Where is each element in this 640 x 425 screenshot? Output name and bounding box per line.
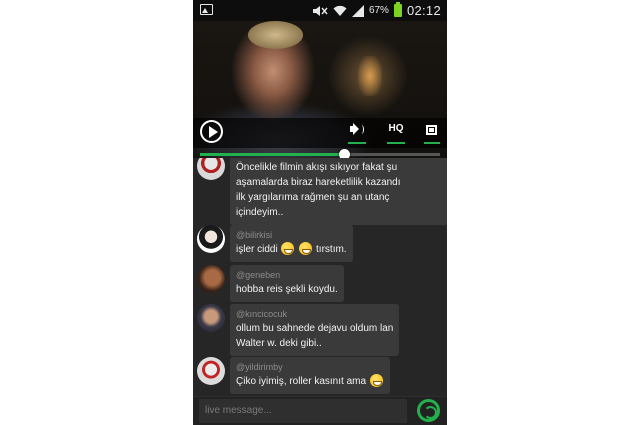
fullscreen-icon: [426, 125, 437, 135]
battery-percent: 67%: [368, 5, 389, 16]
message-text: ollum bu sahnede dejavu oldum lan: [236, 323, 394, 334]
chat-message: @bilirkisi işler ciddi tırstım.: [197, 225, 353, 262]
message-bubble: @yildirimby Çiko iyimiş, roller kasınıt …: [230, 357, 390, 394]
avatar[interactable]: [197, 357, 225, 385]
system-icons: 67% 02:12: [312, 2, 441, 18]
chat-list[interactable]: Öncelikle filmin akışı sıkıyor fakat şu …: [193, 158, 447, 396]
message-text: işler ciddi tırstım.: [236, 242, 347, 255]
avatar[interactable]: [197, 225, 225, 253]
message-text: aşamalarda biraz hareketlilik kazandı: [236, 177, 401, 188]
status-bar: 67% 02:12: [193, 0, 447, 21]
clock: 02:12: [406, 3, 441, 18]
message-text: ilk yargılarıma rağmen şu an utanç: [236, 192, 390, 203]
username: @geneben: [236, 270, 281, 280]
fullscreen-button[interactable]: [424, 122, 440, 144]
message-bubble: Öncelikle filmin akışı sıkıyor fakat şu …: [230, 158, 447, 225]
video-player[interactable]: HQ: [193, 21, 447, 158]
chat-message: @kıncicocuk ollum bu sahnede dejavu oldu…: [197, 304, 400, 356]
signal-icon: [351, 4, 364, 17]
wifi-icon: [333, 5, 347, 16]
play-icon[interactable]: [200, 120, 223, 143]
volume-button[interactable]: [348, 122, 366, 144]
video-controls: HQ: [193, 118, 447, 148]
message-bubble: @geneben hobba reis şekli koydu.: [230, 265, 344, 302]
composer-bar: live message...: [193, 396, 447, 425]
gallery-icon: [200, 4, 213, 15]
avatar[interactable]: [197, 158, 225, 180]
seek-bar[interactable]: [193, 149, 447, 160]
hq-button[interactable]: HQ: [387, 122, 405, 144]
message-bubble: @kıncicocuk ollum bu sahnede dejavu oldu…: [230, 304, 400, 356]
grin-emoji: [299, 242, 313, 255]
hq-label: HQ: [388, 123, 404, 134]
video-frame-lamp: [358, 56, 382, 96]
battery-icon: [393, 2, 402, 17]
chat-message: @geneben hobba reis şekli koydu.: [197, 265, 344, 302]
grin-emoji: [369, 374, 383, 387]
message-text: Walter w. deki gibi..: [236, 338, 322, 349]
message-text: hobba reis şekli koydu.: [236, 284, 338, 295]
volume-icon: [350, 126, 355, 132]
chat-message: Öncelikle filmin akışı sıkıyor fakat şu …: [197, 158, 447, 225]
send-icon[interactable]: [417, 399, 440, 422]
username: @yildirimby: [236, 362, 283, 372]
message-text: Öncelikle filmin akışı sıkıyor fakat şu: [236, 162, 398, 173]
seek-progress: [200, 153, 344, 156]
phone-screen: 67% 02:12 HQ Öncelikle filmin akışı sıkı…: [193, 0, 447, 425]
message-bubble: @bilirkisi işler ciddi tırstım.: [230, 225, 353, 262]
avatar[interactable]: [197, 304, 225, 332]
message-text: içindeyim..: [236, 207, 284, 218]
message-text: Çiko iyimiş, roller kasınıt ama: [236, 374, 384, 389]
live-message-input[interactable]: live message...: [199, 399, 407, 423]
grimacing-emoji: [281, 242, 295, 255]
mute-icon: [312, 5, 328, 16]
username: @kıncicocuk: [236, 309, 288, 319]
username: @bilirkisi: [236, 230, 273, 240]
video-frame-figure: [248, 21, 303, 49]
avatar[interactable]: [197, 265, 225, 293]
chat-message: @yildirimby Çiko iyimiş, roller kasınıt …: [197, 357, 390, 394]
